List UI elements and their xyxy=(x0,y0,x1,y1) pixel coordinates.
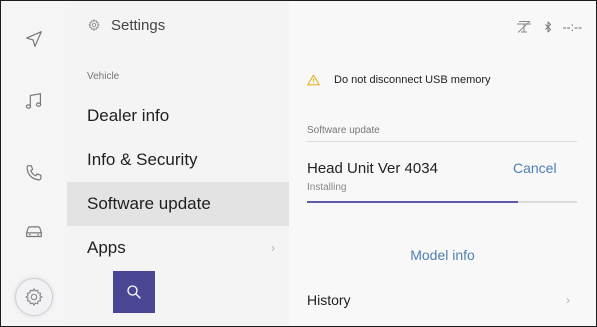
menu-item-label: Software update xyxy=(87,194,211,213)
main-panel: --:-- Do not disconnect USB memory Softw… xyxy=(289,1,596,326)
progress-bar xyxy=(307,201,577,203)
settings-header-icon xyxy=(88,19,100,31)
phone-icon xyxy=(26,165,42,181)
warning-icon xyxy=(307,74,320,86)
usb-warning: Do not disconnect USB memory xyxy=(307,74,491,86)
navigation-icon xyxy=(26,31,42,47)
phone-button[interactable] xyxy=(13,153,55,193)
warning-text: Do not disconnect USB memory xyxy=(334,74,491,86)
install-status: Installing xyxy=(307,182,347,193)
chevron-right-icon: › xyxy=(271,241,275,255)
settings-icon xyxy=(25,288,43,306)
music-button[interactable] xyxy=(13,81,55,121)
settings-ring xyxy=(15,278,53,316)
screen-frame: Settings Vehicle Dealer info Info & Secu… xyxy=(0,0,597,327)
clock: --:-- xyxy=(562,20,582,34)
navigation-button[interactable] xyxy=(13,19,55,59)
section-label-software-update: Software update xyxy=(307,125,380,136)
search-icon xyxy=(127,285,141,299)
menu-item-label: Dealer info xyxy=(87,106,170,125)
history-row[interactable]: History › xyxy=(289,280,596,320)
history-label: History xyxy=(307,292,351,308)
menu-item-dealer-info[interactable]: Dealer info xyxy=(67,94,289,138)
chevron-right-icon: › xyxy=(566,293,570,307)
vehicle-button[interactable] xyxy=(13,211,55,251)
model-info-button[interactable]: Model info xyxy=(289,247,596,263)
menu-item-label: Info & Security xyxy=(87,150,198,169)
car-icon xyxy=(26,226,42,238)
menu-item-software-update[interactable]: Software update xyxy=(67,182,289,226)
music-icon xyxy=(25,92,42,109)
divider xyxy=(307,141,577,142)
head-unit-version: Head Unit Ver 4034 xyxy=(307,160,438,177)
cancel-button[interactable]: Cancel xyxy=(513,160,557,176)
menu-item-apps[interactable]: Apps › xyxy=(67,226,289,270)
section-label-vehicle: Vehicle xyxy=(87,71,120,82)
progress-fill xyxy=(307,201,518,203)
bluetooth-icon xyxy=(544,21,551,33)
status-bar: --:-- xyxy=(515,20,582,34)
search-button[interactable] xyxy=(113,271,155,313)
menu-item-info-security[interactable]: Info & Security xyxy=(67,138,289,182)
menu-item-label: Apps xyxy=(87,238,126,257)
side-rail xyxy=(1,1,67,326)
menu-header: Settings xyxy=(87,14,165,36)
settings-rail-button[interactable] xyxy=(13,277,55,317)
settings-menu: Settings Vehicle Dealer info Info & Secu… xyxy=(67,1,289,326)
signal-off-icon xyxy=(516,20,531,33)
menu-title: Settings xyxy=(111,16,166,34)
